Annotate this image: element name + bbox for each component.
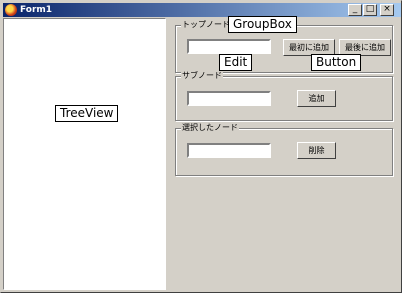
group-selected-node-caption: 選択したノード: [181, 122, 239, 134]
title-bar[interactable]: Form1 _ □ ×: [3, 3, 401, 17]
app-icon[interactable]: [5, 4, 17, 16]
selected-node-edit[interactable]: [187, 143, 271, 158]
callout-treeview: TreeView: [55, 105, 119, 122]
group-sub-node: サブノード 追加: [175, 70, 393, 121]
close-button[interactable]: ×: [380, 4, 394, 16]
callout-groupbox: GroupBox: [228, 16, 297, 33]
sub-node-edit[interactable]: [187, 91, 271, 106]
tree-view[interactable]: [3, 18, 166, 290]
delete-button[interactable]: 削除: [297, 142, 336, 159]
group-sub-node-caption: サブノード: [181, 70, 223, 82]
window-title: Form1: [20, 5, 53, 15]
right-panel: トップノード 最初に追加 最後に追加 サブノード 追加 選択したノード 削除: [168, 18, 400, 290]
top-node-edit[interactable]: [187, 39, 271, 54]
form-window: Form1 _ □ × トップノード 最初に追加 最後に追加 サブノード 追加 …: [0, 0, 402, 293]
group-selected-node: 選択したノード 削除: [175, 122, 393, 176]
callout-edit: Edit: [219, 54, 253, 71]
maximize-button[interactable]: □: [363, 4, 377, 16]
group-top-node-caption: トップノード: [181, 19, 231, 31]
callout-button: Button: [311, 54, 362, 71]
minimize-button[interactable]: _: [348, 4, 362, 16]
add-sub-button[interactable]: 追加: [297, 90, 336, 107]
